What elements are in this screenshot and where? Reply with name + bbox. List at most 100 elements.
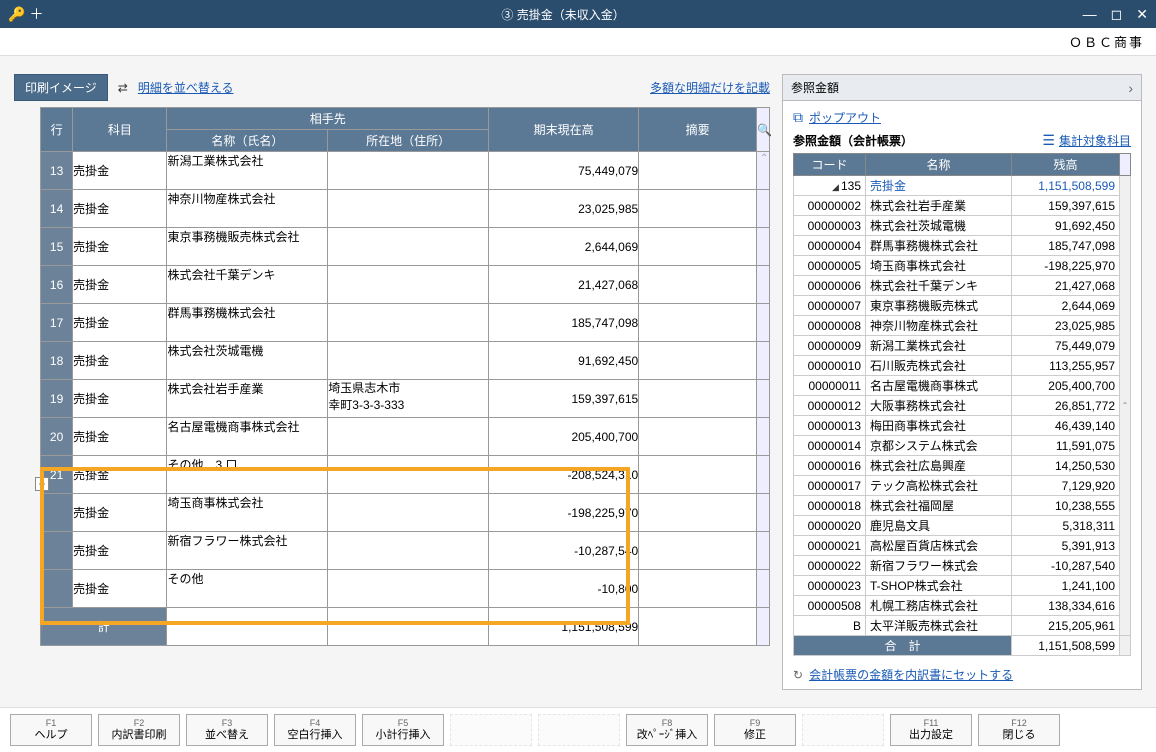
ref-code: 00000023 — [794, 576, 866, 596]
ref-row[interactable]: 00000008神奈川物産株式会社23,025,985 — [794, 316, 1131, 336]
cell-subject: 売掛金 — [73, 304, 167, 342]
f12-button[interactable]: F12閉じる — [978, 714, 1060, 746]
f5-button[interactable]: F5小計行挿入 — [362, 714, 444, 746]
cell-subject: 売掛金 — [73, 152, 167, 190]
ref-balance: 23,025,985 — [1012, 316, 1120, 336]
scroll-up-icon[interactable]: ⌃ — [760, 153, 774, 164]
chevron-right-icon[interactable]: › — [1128, 80, 1133, 96]
ref-row[interactable]: 00000012大阪事務株式会社26,851,772 — [794, 396, 1131, 416]
ref-row[interactable]: 00000017テック高松株式会社7,129,920 — [794, 476, 1131, 496]
cell-subject: 売掛金 — [73, 190, 167, 228]
ref-row[interactable]: 00000014京都システム株式会11,591,075 — [794, 436, 1131, 456]
header-name: 名称（氏名） — [167, 130, 328, 152]
ref-name: 石川販売株式会社 — [866, 356, 1012, 376]
f2-button[interactable]: F2内訳書印刷 — [98, 714, 180, 746]
f11-button[interactable]: F11出力設定 — [890, 714, 972, 746]
ref-row[interactable]: 00000508札幌工務店株式会社138,334,616 — [794, 596, 1131, 616]
cell-address — [328, 570, 489, 608]
ref-name: 東京事務機販売株式 — [866, 296, 1012, 316]
ref-name: 大阪事務株式会社 — [866, 396, 1012, 416]
row-number: 13 — [41, 152, 73, 190]
ref-code: 00000508 — [794, 596, 866, 616]
ref-row[interactable]: 00000018株式会社福岡屋10,238,555 — [794, 496, 1131, 516]
table-row[interactable]: 売掛金埼玉商事株式会社-198,225,970 — [41, 494, 770, 532]
cell-address — [328, 304, 489, 342]
large-only-link[interactable]: 多額な明細だけを記載 — [650, 79, 770, 96]
ref-row[interactable]: 00000010石川販売株式会社113,255,957 — [794, 356, 1131, 376]
table-row[interactable]: 20売掛金名古屋電機商事株式会社205,400,700 — [41, 418, 770, 456]
popout-link[interactable]: ポップアウト — [809, 109, 881, 126]
row-number: 18 — [41, 342, 73, 380]
window-title: ③ 売掛金（未収入金） — [43, 6, 1082, 23]
table-row[interactable]: 19売掛金株式会社岩手産業埼玉県志木市幸町3-3-3-333159,397,61… — [41, 380, 770, 418]
ref-row[interactable]: 00000007東京事務機販売株式2,644,069 — [794, 296, 1131, 316]
f3-button[interactable]: F3並べ替え — [186, 714, 268, 746]
row-number: 20 — [41, 418, 73, 456]
table-row[interactable]: 売掛金その他-10,800 — [41, 570, 770, 608]
header-magnify[interactable]: 🔍 — [757, 108, 770, 152]
row-number: 14 — [41, 190, 73, 228]
ref-name: T-SHOP株式会社 — [866, 576, 1012, 596]
ref-name: テック高松株式会社 — [866, 476, 1012, 496]
search-key-icon[interactable]: 🔑 — [8, 6, 25, 23]
maximize-button[interactable]: ◻ — [1111, 6, 1123, 23]
ref-row[interactable]: 00000004群馬事務機株式会社185,747,098 — [794, 236, 1131, 256]
table-row[interactable]: 17売掛金群馬事務機株式会社185,747,098 — [41, 304, 770, 342]
collapse-control[interactable]: − — [35, 477, 51, 631]
header-address: 所在地（住所） — [328, 130, 489, 152]
cell-address — [328, 418, 489, 456]
ref-row[interactable]: 00000011名古屋電機商事株式205,400,700 — [794, 376, 1131, 396]
ref-row[interactable]: 00000013梅田商事株式会社46,439,140 — [794, 416, 1131, 436]
header-balance: 期末現在高 — [489, 108, 639, 152]
cell-balance: 75,449,079 — [489, 152, 639, 190]
table-row[interactable]: 18売掛金株式会社茨城電機91,692,450 — [41, 342, 770, 380]
table-row[interactable]: 21売掛金その他 3 口-208,524,310 — [41, 456, 770, 494]
print-image-button[interactable]: 印刷イメージ — [14, 74, 108, 101]
ref-row[interactable]: 00000021高松屋百貨店株式会5,391,913 — [794, 536, 1131, 556]
titlebar: 🔑 ＋ ③ 売掛金（未収入金） — ◻ ✕ — [0, 0, 1156, 28]
cell-balance: 23,025,985 — [489, 190, 639, 228]
table-row[interactable]: 14売掛金神奈川物産株式会社23,025,985 — [41, 190, 770, 228]
ref-name: 群馬事務機株式会社 — [866, 236, 1012, 256]
ref-row[interactable]: 00000003株式会社茨城電機91,692,450 — [794, 216, 1131, 236]
ref-row[interactable]: 00000020鹿児島文具5,318,311 — [794, 516, 1131, 536]
minimize-button[interactable]: — — [1083, 6, 1097, 23]
sort-link[interactable]: 明細を並べ替える — [138, 79, 234, 96]
ref-row[interactable]: B太平洋販売株式会社215,205,961 — [794, 616, 1131, 636]
ref-name: 新宿フラワー株式会 — [866, 556, 1012, 576]
cell-memo — [639, 570, 757, 608]
table-row[interactable]: 16売掛金株式会社千葉デンキ21,427,068 — [41, 266, 770, 304]
set-amounts-link[interactable]: 会計帳票の金額を内訳書にセットする — [809, 666, 1013, 683]
f4-button[interactable]: F4空白行挿入 — [274, 714, 356, 746]
target-subjects-link[interactable]: 集計対象科目 — [1059, 132, 1131, 149]
ref-row[interactable]: 00000002株式会社岩手産業159,397,615 — [794, 196, 1131, 216]
cell-balance: -10,800 — [489, 570, 639, 608]
cell-address — [328, 494, 489, 532]
plus-icon[interactable]: ＋ — [29, 4, 43, 24]
header-row: 行 — [41, 108, 73, 152]
table-row[interactable]: 売掛金新宿フラワー株式会社-10,287,540 — [41, 532, 770, 570]
table-row[interactable]: 13売掛金新潟工業株式会社75,449,079 — [41, 152, 770, 190]
ref-code: 00000012 — [794, 396, 866, 416]
cell-memo — [639, 152, 757, 190]
close-button[interactable]: ✕ — [1136, 6, 1148, 23]
collapse-minus-icon[interactable]: − — [35, 477, 49, 491]
ref-row[interactable]: 00000023T-SHOP株式会社1,241,100 — [794, 576, 1131, 596]
f9-button[interactable]: F9修正 — [714, 714, 796, 746]
ref-code: 00000018 — [794, 496, 866, 516]
ref-row[interactable]: 00000009新潟工業株式会社75,449,079 — [794, 336, 1131, 356]
cell-address — [328, 456, 489, 494]
table-row[interactable]: 15売掛金東京事務機販売株式会社2,644,069 — [41, 228, 770, 266]
ref-row[interactable]: 00000016株式会社広島興産14,250,530 — [794, 456, 1131, 476]
ref-code: 00000013 — [794, 416, 866, 436]
ref-row[interactable]: 00000005埼玉商事株式会社-198,225,970 — [794, 256, 1131, 276]
cell-balance: 205,400,700 — [489, 418, 639, 456]
f8-button[interactable]: F8改ﾍﾟｰｼﾞ挿入 — [626, 714, 708, 746]
ref-row[interactable]: 00000006株式会社千葉デンキ21,427,068 — [794, 276, 1131, 296]
f1-button[interactable]: F1ヘルプ — [10, 714, 92, 746]
ref-row[interactable]: 00000022新宿フラワー株式会-10,287,540 — [794, 556, 1131, 576]
cell-address: 埼玉県志木市幸町3-3-3-333 — [328, 380, 489, 418]
ref-active-row[interactable]: ◢135 売掛金 1,151,508,599 ⌃ — [794, 176, 1131, 196]
cell-subject: 売掛金 — [73, 228, 167, 266]
ref-code: 00000022 — [794, 556, 866, 576]
